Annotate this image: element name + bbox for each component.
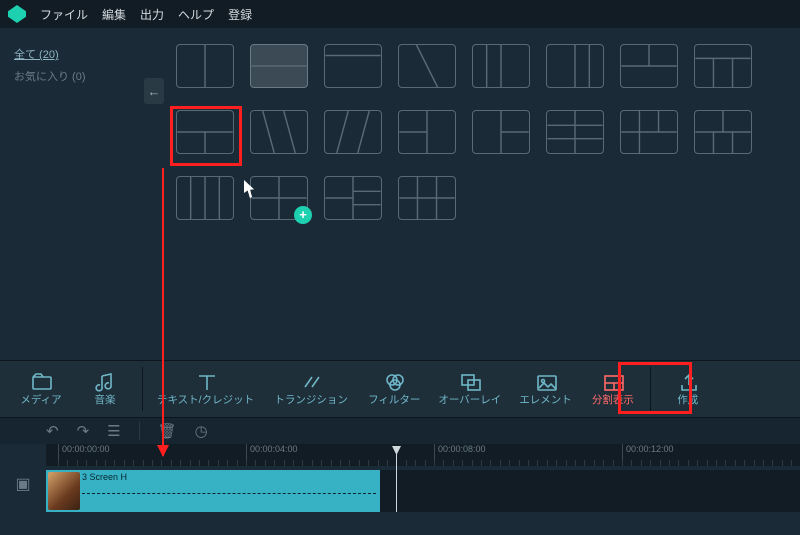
tool-transition[interactable]: トランジション	[264, 368, 358, 411]
clip-audio-line	[82, 493, 376, 494]
tool-music[interactable]: 音楽	[74, 368, 136, 411]
image-icon	[535, 372, 557, 392]
layout-3row-2col[interactable]	[546, 110, 604, 154]
toolbar-separator	[650, 367, 651, 411]
tool-split-label: 分割表示	[592, 392, 634, 407]
add-badge-icon[interactable]: +	[294, 206, 312, 224]
layout-mixed-a[interactable]	[324, 176, 382, 220]
ruler-tick-major: 00:00:04:00	[246, 444, 298, 466]
redo-icon[interactable]: ↷	[77, 422, 90, 440]
clip-thumbnail	[48, 472, 80, 510]
layout-quad-b[interactable]	[694, 110, 752, 154]
tool-export[interactable]: 作成	[657, 368, 719, 411]
menu-file[interactable]: ファイル	[40, 6, 88, 23]
layout-2col[interactable]	[176, 44, 234, 88]
layout-grid-2x3[interactable]	[398, 176, 456, 220]
sidebar-back-button[interactable]: ←	[144, 78, 164, 104]
text-icon	[195, 372, 217, 392]
undo-icon[interactable]: ↶	[46, 422, 59, 440]
tool-overlay[interactable]: オーバーレイ	[430, 368, 509, 411]
timeline-tools: ↶ ↷ ☰ 🗑 ◷	[0, 418, 800, 444]
clip-label: 3 Screen H	[82, 472, 127, 482]
tool-element[interactable]: エレメント	[511, 368, 580, 411]
playhead[interactable]	[396, 448, 397, 512]
music-icon	[94, 372, 116, 392]
tool-music-label: 音楽	[95, 392, 116, 407]
layout-4col[interactable]	[176, 176, 234, 220]
history-icon[interactable]: ◷	[195, 422, 208, 440]
layout-3col-l[interactable]	[472, 44, 530, 88]
tool-transition-label: トランジション	[274, 392, 348, 407]
toolbar-separator	[142, 367, 143, 411]
workspace: 全て (20) お気に入り (0) ←	[0, 28, 800, 360]
sidebar: 全て (20) お気に入り (0)	[0, 28, 160, 360]
layout-narrow-top[interactable]	[324, 44, 382, 88]
layout-diag[interactable]	[398, 44, 456, 88]
tool-element-label: エレメント	[519, 392, 572, 407]
tool-media-label: メディア	[20, 392, 61, 407]
split-icon	[602, 372, 624, 392]
tool-export-label: 作成	[677, 392, 698, 407]
folder-icon	[30, 372, 52, 392]
layout-quad-a[interactable]	[620, 110, 678, 154]
timeline-ruler[interactable]: 00:00:00:00 00:00:04:00 00:00:08:00 00:00:1…	[46, 444, 800, 466]
menu-register[interactable]: 登録	[228, 6, 252, 23]
settings-icon[interactable]: ☰	[107, 422, 120, 440]
tool-overlay-label: オーバーレイ	[438, 392, 501, 407]
menu-bar: ファイル 編集 出力 ヘルプ 登録	[0, 0, 800, 28]
layout-top-split[interactable]	[620, 44, 678, 88]
transition-icon	[300, 372, 322, 392]
layout-diag3-b[interactable]	[324, 110, 382, 154]
layout-2row[interactable]	[250, 44, 308, 88]
layout-left-split[interactable]	[398, 110, 456, 154]
layout-3col-r[interactable]	[546, 44, 604, 88]
category-toolbar: メディア 音楽 テキスト/クレジット トランジション フィルター オーバーレイ …	[0, 360, 800, 418]
menu-help[interactable]: ヘルプ	[178, 6, 214, 23]
overlay-icon	[459, 372, 481, 392]
layout-bottom-split[interactable]	[176, 110, 234, 154]
tool-text[interactable]: テキスト/クレジット	[149, 368, 262, 411]
tool-filter[interactable]: フィルター	[360, 368, 428, 411]
menu-edit[interactable]: 編集	[102, 6, 126, 23]
ruler-tick-major: 00:00:08:00	[434, 444, 486, 466]
layout-right-split[interactable]	[472, 110, 530, 154]
tool-filter-label: フィルター	[368, 392, 420, 407]
app-logo-icon	[8, 5, 26, 23]
delete-icon[interactable]: 🗑	[158, 422, 177, 440]
separator	[139, 422, 140, 440]
layout-grid-2x2[interactable]: +	[250, 176, 308, 220]
export-icon	[677, 372, 699, 392]
tool-media[interactable]: メディア	[10, 368, 72, 411]
layout-tri-a[interactable]	[694, 44, 752, 88]
layout-grid: +	[160, 28, 800, 360]
track-head-icon[interactable]: ▣	[0, 466, 46, 534]
tool-text-label: テキスト/クレジット	[157, 392, 254, 407]
tool-split[interactable]: 分割表示	[582, 368, 644, 411]
sidebar-all-link[interactable]: 全て (20)	[14, 46, 59, 62]
ruler-tick-major: 00:00:12:00	[622, 444, 674, 466]
sidebar-favorites[interactable]: お気に入り (0)	[14, 71, 86, 83]
video-clip[interactable]: 3 Screen H	[46, 470, 380, 512]
track-area: ▣ 3 Screen H	[0, 466, 800, 534]
layout-diag3-a[interactable]	[250, 110, 308, 154]
menu-output[interactable]: 出力	[140, 6, 164, 23]
filter-icon	[383, 372, 405, 392]
ruler-tick-major: 00:00:00:00	[58, 444, 110, 466]
track-lane[interactable]: 3 Screen H	[46, 470, 800, 512]
